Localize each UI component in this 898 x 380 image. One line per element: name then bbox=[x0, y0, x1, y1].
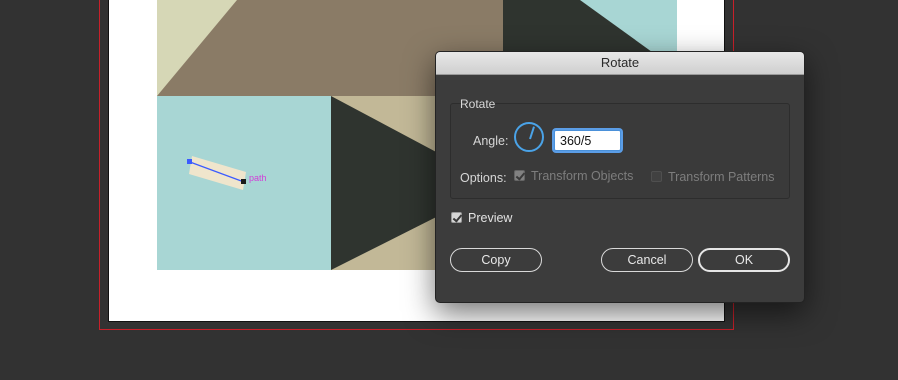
dialog-title: Rotate bbox=[436, 52, 804, 75]
rotate-group-title: Rotate bbox=[460, 97, 496, 111]
angle-dial[interactable] bbox=[514, 122, 544, 152]
angle-input[interactable] bbox=[554, 130, 621, 151]
copy-button[interactable]: Copy bbox=[450, 248, 542, 272]
preview-label: Preview bbox=[468, 211, 513, 225]
angle-label: Angle: bbox=[473, 134, 509, 148]
transform-patterns-label: Transform Patterns bbox=[668, 170, 775, 184]
transform-patterns-checkbox[interactable] bbox=[651, 171, 662, 182]
path-label: path bbox=[249, 173, 267, 183]
ok-button[interactable]: OK bbox=[698, 248, 790, 272]
options-label: Options: bbox=[460, 171, 507, 185]
anchor-point-end[interactable] bbox=[241, 179, 246, 184]
preview-checkbox[interactable] bbox=[451, 212, 462, 223]
transform-objects-checkbox[interactable] bbox=[514, 170, 525, 181]
anchor-point-start[interactable] bbox=[187, 159, 192, 164]
cancel-button[interactable]: Cancel bbox=[601, 248, 693, 272]
angle-dial-needle bbox=[529, 126, 535, 140]
transform-objects-label: Transform Objects bbox=[531, 169, 634, 183]
